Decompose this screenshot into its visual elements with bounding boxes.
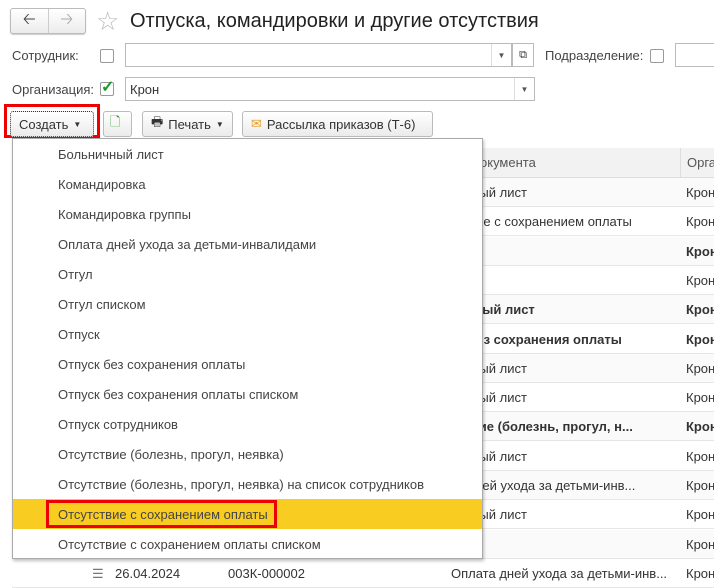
menu-item[interactable]: Отсутствие (болезнь, прогул, неявка) <box>13 439 482 469</box>
organization-label: Организация: <box>12 82 95 97</box>
cell-org: Крон <box>686 185 714 200</box>
department-label: Подразделение: <box>545 48 644 63</box>
table-row[interactable]: ☰ 26.04.2024 003К-000002 Оплата дней ухода … <box>12 559 714 588</box>
menu-item[interactable]: Отсутствие (болезнь, прогул, неявка) на … <box>13 469 482 499</box>
chevron-down-icon[interactable]: ▼ <box>491 44 511 66</box>
employee-input[interactable]: ▼ <box>125 43 512 67</box>
cell-type: ничный лист <box>451 302 535 318</box>
chevron-down-icon[interactable]: ▼ <box>514 78 534 100</box>
page-title: Отпуска, командировки и другие отсутстви… <box>130 10 539 32</box>
menu-item[interactable]: Отпуск <box>13 319 482 349</box>
add-document-button[interactable]: 🗋 <box>103 111 132 137</box>
forward-button[interactable]: 🡢 <box>47 9 86 33</box>
cell-org: Крон <box>686 214 714 230</box>
cell-type: ничный лист <box>451 185 527 200</box>
menu-item[interactable]: Отпуск сотрудников <box>13 409 482 439</box>
menu-item[interactable]: Командировка группы <box>13 199 482 229</box>
chevron-down-icon: ▼ <box>215 119 224 129</box>
organization-input[interactable]: Крон ▼ <box>125 77 535 101</box>
cell-org: Крон <box>686 419 714 435</box>
column-header-type[interactable]: окумента <box>480 155 536 170</box>
create-button[interactable]: Создать ▼ <box>10 111 94 137</box>
organization-checkbox-checked[interactable]: ✓ <box>100 80 114 96</box>
cell-org: Крон <box>686 331 714 347</box>
cell-type: ничный лист <box>451 390 527 406</box>
menu-item[interactable]: Отгул <box>13 259 482 289</box>
cell-type: тствие (болезнь, прогул, н... <box>451 419 633 435</box>
menu-item[interactable]: Отгул списком <box>13 289 482 319</box>
menu-item[interactable]: Отсутствие с сохранением оплаты <box>13 499 482 529</box>
favorite-star-icon[interactable]: ☆ <box>96 6 119 37</box>
menu-item[interactable]: Командировка <box>13 169 482 199</box>
employee-checkbox[interactable] <box>100 49 114 63</box>
cell-org: Крон <box>686 390 714 406</box>
cell-date: 26.04.2024 <box>115 565 181 581</box>
cell-number: 003К-000002 <box>228 565 305 581</box>
cell-org: Крон <box>686 243 714 259</box>
menu-item[interactable]: Отпуск без сохранения оплаты <box>13 349 482 379</box>
cell-type: ничный лист <box>451 507 527 523</box>
cell-type: ничный лист <box>451 360 527 376</box>
cell-org: Крон <box>686 272 714 288</box>
department-checkbox[interactable] <box>650 49 664 63</box>
cell-type: ск <box>451 537 676 552</box>
column-header-org[interactable]: Орга <box>680 148 714 178</box>
menu-item[interactable]: Оплата дней ухода за детьми-инвалидами <box>13 229 482 259</box>
cell-org: Крон <box>686 302 714 318</box>
cell-org: Крон <box>686 360 714 376</box>
cell-type: ничный лист <box>451 448 527 464</box>
cell-type: ск <box>451 244 676 259</box>
menu-item[interactable]: Больничный лист <box>13 139 482 169</box>
new-document-icon: 🗋 <box>110 114 121 129</box>
open-icon[interactable]: ⧉ <box>512 43 534 67</box>
menu-item[interactable]: Отсутствие с сохранением оплаты списком <box>13 529 482 559</box>
print-button[interactable]: 🖶 Печать ▼ <box>142 111 233 137</box>
cell-org: Крон <box>686 448 714 464</box>
department-input[interactable] <box>675 43 714 67</box>
cell-org: Крон <box>686 565 714 581</box>
navigation-buttons: 🡠 🡢 <box>10 8 86 34</box>
cell-type: тствие с сохранением оплаты <box>451 214 632 230</box>
cell-org: Крон <box>686 536 714 552</box>
cell-org: Крон <box>686 507 714 523</box>
back-button[interactable]: 🡠 <box>11 9 48 33</box>
document-icon: ☰ <box>92 565 104 581</box>
cell-org: Крон <box>686 478 714 493</box>
chevron-down-icon: ▼ <box>73 119 82 129</box>
mailing-orders-button[interactable]: ✉ Рассылка приказов (Т-6) <box>242 111 433 137</box>
cell-type: ск без сохранения оплаты <box>451 331 622 347</box>
printer-icon: 🖶 <box>151 114 164 129</box>
menu-item[interactable]: Отпуск без сохранения оплаты списком <box>13 379 482 409</box>
employee-label: Сотрудник: <box>12 48 79 63</box>
create-dropdown-menu: Больничный лист Командировка Командировка … <box>12 138 483 559</box>
cell-type: та дней ухода за детьми-инв... <box>451 478 636 493</box>
envelope-icon: ✉ <box>251 116 262 131</box>
cell-type: Оплата дней ухода за детьми-инв... <box>451 565 668 581</box>
